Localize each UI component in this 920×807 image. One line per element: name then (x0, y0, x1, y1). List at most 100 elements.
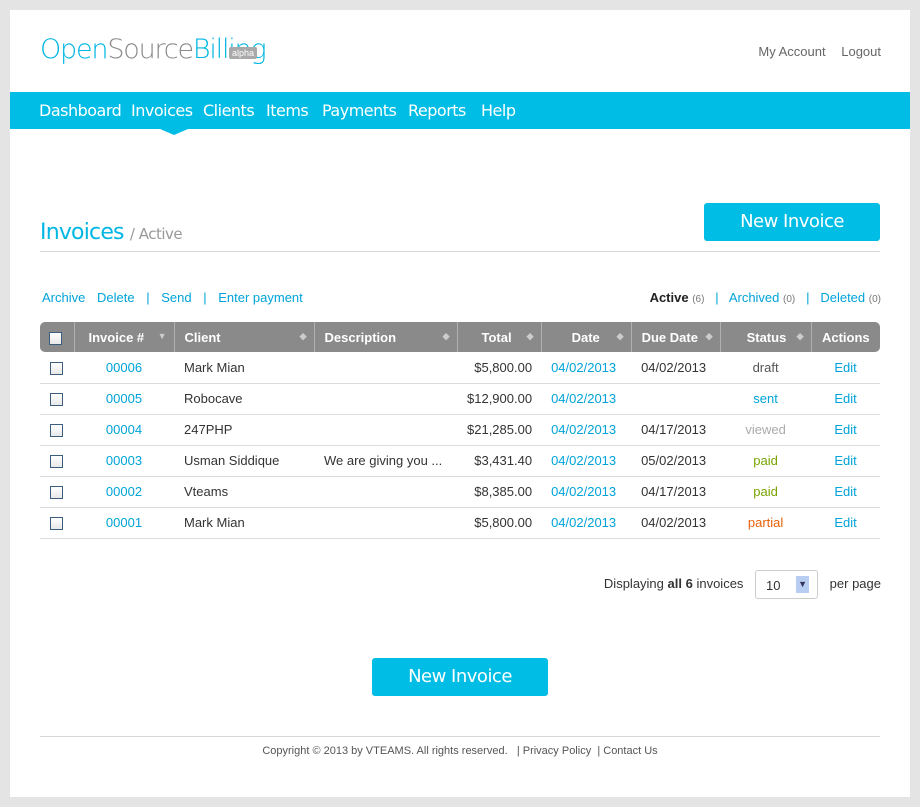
nav-payments[interactable]: Payments (322, 101, 397, 120)
invoice-number-link[interactable]: 00006 (74, 352, 174, 384)
table-row: 00005 Robocave $12,900.00 04/02/2013 sen… (40, 383, 880, 415)
status-cell: paid (720, 476, 812, 508)
my-account-link[interactable]: My Account (758, 44, 825, 59)
due-date-cell (631, 383, 721, 415)
new-invoice-button-bottom[interactable]: New Invoice (372, 658, 548, 696)
edit-link[interactable]: Edit (811, 445, 880, 477)
main-nav: Dashboard Invoices Clients Items Payment… (10, 92, 910, 135)
title-subtitle: / Active (129, 225, 183, 243)
page-title: Invoices / Active (40, 220, 183, 245)
description-cell (314, 507, 457, 539)
divider (40, 251, 880, 252)
separator: | (516, 745, 520, 757)
col-client[interactable]: Client ◆ (173, 322, 314, 352)
table-row: 00002 Vteams $8,385.00 04/02/2013 04/17/… (40, 476, 880, 508)
nav-dashboard[interactable]: Dashboard (39, 101, 122, 120)
alpha-badge: alpha (229, 47, 258, 59)
contact-us-link[interactable]: Contact Us (603, 745, 657, 757)
row-checkbox[interactable] (50, 517, 63, 531)
status-cell: paid (720, 445, 812, 477)
row-checkbox[interactable] (50, 361, 63, 375)
invoice-number-link[interactable]: 00003 (74, 445, 174, 477)
table-row: 00006 Mark Mian $5,800.00 04/02/2013 04/… (40, 352, 880, 384)
status-cell: partial (720, 507, 812, 539)
edit-link[interactable]: Edit (811, 507, 880, 539)
nav-invoices[interactable]: Invoices (131, 101, 193, 120)
per-page-select[interactable]: 10 ▼ (755, 570, 819, 599)
invoices-table: Invoice # ▼ Client ◆ Description ◆ Total ◆ D… (40, 322, 880, 539)
enter-payment-link[interactable]: Enter payment (218, 290, 303, 305)
nav-help[interactable]: Help (481, 101, 516, 120)
pager-count: all 6 (667, 575, 693, 591)
col-invoice-number[interactable]: Invoice # ▼ (73, 322, 174, 352)
delete-link[interactable]: Delete (97, 290, 135, 305)
due-date-cell: 04/02/2013 (631, 352, 721, 384)
due-date-cell: 05/02/2013 (631, 445, 721, 477)
nav-items[interactable]: Items (266, 101, 309, 120)
select-all-header (40, 322, 74, 352)
row-checkbox[interactable] (50, 424, 63, 438)
separator: | (806, 290, 810, 305)
edit-link[interactable]: Edit (811, 476, 880, 508)
row-checkbox[interactable] (50, 486, 63, 500)
row-checkbox-cell (40, 445, 74, 477)
invoice-number-link[interactable]: 00005 (74, 383, 174, 415)
title-text: Invoices (40, 220, 125, 245)
filter-active[interactable]: Active (6) (650, 290, 705, 305)
send-link[interactable]: Send (161, 290, 191, 305)
invoice-number-link[interactable]: 00004 (74, 414, 174, 446)
sort-icon: ◆ (442, 331, 450, 341)
description-cell (314, 414, 457, 446)
due-date-cell: 04/17/2013 (631, 414, 721, 446)
pagination-info: Displaying all 6 invoices 10 ▼ per page (604, 570, 881, 599)
due-date-cell: 04/02/2013 (631, 507, 721, 539)
total-cell: $21,285.00 (457, 414, 542, 446)
date-link[interactable]: 04/02/2013 (541, 414, 632, 446)
filter-deleted[interactable]: Deleted (0) (820, 290, 881, 305)
date-link[interactable]: 04/02/2013 (541, 445, 632, 477)
col-total[interactable]: Total ◆ (456, 322, 542, 352)
col-status[interactable]: Status ◆ (719, 322, 812, 352)
invoice-number-link[interactable]: 00002 (74, 476, 174, 508)
logout-link[interactable]: Logout (841, 44, 881, 59)
privacy-policy-link[interactable]: Privacy Policy (523, 745, 591, 757)
separator: | (715, 290, 719, 305)
sort-icon: ◆ (616, 331, 624, 341)
edit-link[interactable]: Edit (811, 383, 880, 415)
row-checkbox-cell (40, 383, 74, 415)
description-cell (314, 476, 457, 508)
pager-prefix: Displaying (603, 575, 664, 591)
new-invoice-button-top[interactable]: New Invoice (704, 203, 880, 241)
client-cell: Vteams (174, 476, 314, 508)
col-description[interactable]: Description ◆ (313, 322, 457, 352)
page-panel: OpenSourceBilling alpha My Account Logou… (10, 10, 910, 797)
nav-reports[interactable]: Reports (408, 101, 466, 120)
select-all-checkbox[interactable] (49, 331, 62, 345)
total-cell: $8,385.00 (457, 476, 542, 508)
row-checkbox-cell (40, 507, 74, 539)
separator: | (146, 290, 150, 305)
date-link[interactable]: 04/02/2013 (541, 476, 632, 508)
invoice-number-link[interactable]: 00001 (74, 507, 174, 539)
row-checkbox[interactable] (50, 393, 63, 407)
filter-archived[interactable]: Archived (0) (729, 290, 795, 305)
date-link[interactable]: 04/02/2013 (541, 507, 632, 539)
col-date[interactable]: Date ◆ (540, 322, 632, 352)
client-cell: Mark Mian (174, 352, 314, 384)
status-cell: viewed (720, 414, 812, 446)
sort-icon: ◆ (299, 331, 307, 341)
sort-icon: ◆ (526, 331, 534, 341)
row-checkbox-cell (40, 476, 74, 508)
footer: Copyright © 2013 by VTEAMS. All rights r… (10, 745, 910, 757)
copyright: Copyright © 2013 by VTEAMS. All rights r… (262, 745, 508, 757)
edit-link[interactable]: Edit (811, 352, 880, 384)
date-link[interactable]: 04/02/2013 (541, 383, 632, 415)
row-checkbox[interactable] (50, 455, 63, 469)
edit-link[interactable]: Edit (811, 414, 880, 446)
archive-link[interactable]: Archive (42, 290, 85, 305)
footer-divider (40, 736, 880, 737)
date-link[interactable]: 04/02/2013 (541, 352, 632, 384)
nav-clients[interactable]: Clients (203, 101, 255, 120)
total-cell: $5,800.00 (457, 352, 542, 384)
col-due-date[interactable]: Due Date ◆ (630, 322, 721, 352)
